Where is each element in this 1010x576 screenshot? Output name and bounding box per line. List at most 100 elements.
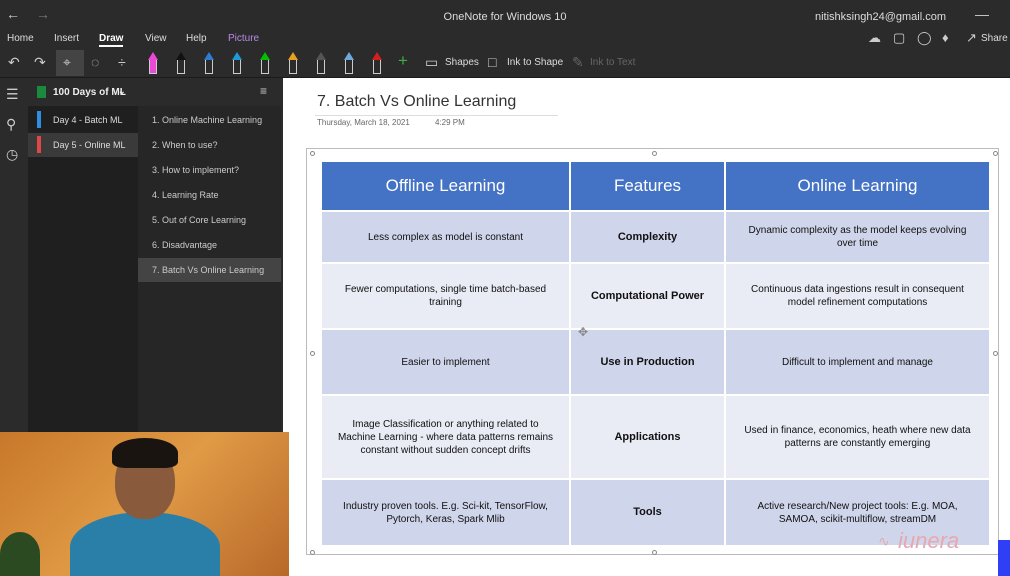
pen-body <box>261 60 269 74</box>
pen-6-icon[interactable] <box>316 52 326 74</box>
plant-image <box>0 532 40 576</box>
resize-handle[interactable] <box>652 550 657 555</box>
page-label: 6. Disadvantage <box>152 240 218 250</box>
redo-icon[interactable]: ↷ <box>34 54 46 71</box>
tab-insert[interactable]: Insert <box>54 33 79 44</box>
lasso-text-icon[interactable]: ⌖ <box>63 54 71 71</box>
header-offline: Offline Learning <box>320 160 571 212</box>
move-cursor-icon: ✥ <box>578 325 589 339</box>
tab-draw[interactable]: Draw <box>99 33 124 47</box>
page-item[interactable]: 4. Learning Rate <box>138 183 281 207</box>
pen-4-icon[interactable] <box>260 52 270 74</box>
pen-tip <box>176 52 186 60</box>
webcam-overlay <box>0 432 289 576</box>
pen-1-icon[interactable] <box>176 52 186 74</box>
pen-2-icon[interactable] <box>204 52 214 74</box>
page-item[interactable]: 2. When to use? <box>138 133 281 157</box>
add-space-icon[interactable]: ÷ <box>118 54 126 70</box>
person-hair-image <box>112 438 178 468</box>
resize-handle[interactable] <box>993 351 998 356</box>
table-row: Easier to implement Use in Production Di… <box>320 328 991 396</box>
shapes-button[interactable]: Shapes <box>445 57 479 68</box>
page-label: 7. Batch Vs Online Learning <box>152 265 265 275</box>
notes-icon[interactable]: ▢ <box>893 30 905 46</box>
page-title[interactable]: 7. Batch Vs Online Learning <box>317 93 516 111</box>
ink-to-shape-button[interactable]: Ink to Shape <box>507 57 563 68</box>
share-button[interactable]: Share <box>981 33 1008 44</box>
search-icon[interactable]: ⚲ <box>6 116 16 133</box>
feature-cell: Applications <box>569 394 726 480</box>
header-online: Online Learning <box>724 160 991 212</box>
sync-icon[interactable]: ☁ <box>868 30 881 46</box>
bell-icon[interactable]: ♦ <box>942 30 949 45</box>
lasso-select-icon[interactable]: ◌ <box>91 54 99 70</box>
page-item-selected[interactable]: 7. Batch Vs Online Learning <box>138 258 281 282</box>
ribbon-tabs: Home Insert Draw View Help Picture ☁ ▢ ◯… <box>0 28 1010 48</box>
resize-handle[interactable] <box>310 550 315 555</box>
ink-to-text-icon: ✎ <box>572 54 584 70</box>
notebook-name[interactable]: 100 Days of ML <box>53 87 126 98</box>
add-pen-icon[interactable]: + <box>398 51 408 71</box>
tab-help[interactable]: Help <box>186 33 207 44</box>
pen-7-icon[interactable] <box>344 52 354 74</box>
pen-tip <box>232 52 242 60</box>
shapes-icon[interactable]: ▭ <box>425 54 438 71</box>
offline-cell: Easier to implement <box>320 328 571 396</box>
recent-clock-icon[interactable]: ◷ <box>6 146 18 163</box>
page-label: 1. Online Machine Learning <box>152 115 263 125</box>
corner-badge <box>998 540 1010 576</box>
pen-body <box>149 60 157 74</box>
online-cell: Difficult to implement and manage <box>724 328 991 396</box>
table-row: Less complex as model is constant Comple… <box>320 210 991 264</box>
person-image <box>70 512 220 576</box>
resize-handle[interactable] <box>310 151 315 156</box>
notebook-header[interactable]: 100 Days of ML ⌄ ≡ <box>28 78 281 106</box>
pen-body <box>205 60 213 74</box>
notebooks-icon[interactable]: ☰ <box>6 86 19 103</box>
notebook-icon <box>37 86 46 98</box>
tab-home[interactable]: Home <box>7 33 34 44</box>
pen-body <box>373 60 381 74</box>
pen-0-icon[interactable] <box>148 52 158 74</box>
nav-rail: ☰ ⚲ ◷ <box>0 78 28 432</box>
page-time: 4:29 PM <box>435 118 465 127</box>
resize-handle[interactable] <box>652 151 657 156</box>
offline-cell: Less complex as model is constant <box>320 210 571 264</box>
pen-body <box>345 60 353 74</box>
lightbulb-icon[interactable]: ◯ <box>917 30 932 46</box>
section-day5[interactable]: Day 5 - Online ML <box>28 133 138 157</box>
ink-to-text-button: Ink to Text <box>590 57 636 68</box>
ink-to-shape-icon[interactable]: □ <box>488 54 496 70</box>
watermark-text: iunera <box>898 528 960 553</box>
page-item[interactable]: 5. Out of Core Learning <box>138 208 281 232</box>
title-bar: ← → OneNote for Windows 10 nitishksingh2… <box>0 0 1010 28</box>
pen-tip <box>344 52 354 60</box>
tab-picture[interactable]: Picture <box>228 33 259 44</box>
feature-cell: Tools <box>569 478 726 547</box>
chevron-down-icon[interactable]: ⌄ <box>118 86 126 97</box>
draw-toolbar: ↶ ↷ ⌖ ◌ ÷ + ▭ Shapes □ Ink to Shape ✎ In… <box>0 48 1010 78</box>
sort-icon[interactable]: ≡ <box>260 84 267 98</box>
pen-5-icon[interactable] <box>288 52 298 74</box>
pen-8-icon[interactable] <box>372 52 382 74</box>
page-label: 3. How to implement? <box>152 165 240 175</box>
tab-view[interactable]: View <box>145 33 167 44</box>
pen-3-icon[interactable] <box>232 52 242 74</box>
resize-handle[interactable] <box>993 151 998 156</box>
pen-body <box>177 60 185 74</box>
resize-handle[interactable] <box>310 351 315 356</box>
page-item[interactable]: 3. How to implement? <box>138 158 281 182</box>
share-icon[interactable]: ↗ <box>966 30 977 46</box>
page-item[interactable]: 6. Disadvantage <box>138 233 281 257</box>
section-day4[interactable]: Day 4 - Batch ML <box>28 108 138 132</box>
page-label: 5. Out of Core Learning <box>152 215 247 225</box>
pen-tip <box>148 52 158 60</box>
pen-body <box>233 60 241 74</box>
account-email[interactable]: nitishksingh24@gmail.com <box>815 11 946 23</box>
page-item[interactable]: 1. Online Machine Learning <box>138 108 281 132</box>
section-color-tab <box>37 111 41 128</box>
undo-icon[interactable]: ↶ <box>8 54 20 71</box>
pen-tip <box>288 52 298 60</box>
minimize-icon[interactable]: — <box>975 6 989 22</box>
pen-tip <box>316 52 326 60</box>
